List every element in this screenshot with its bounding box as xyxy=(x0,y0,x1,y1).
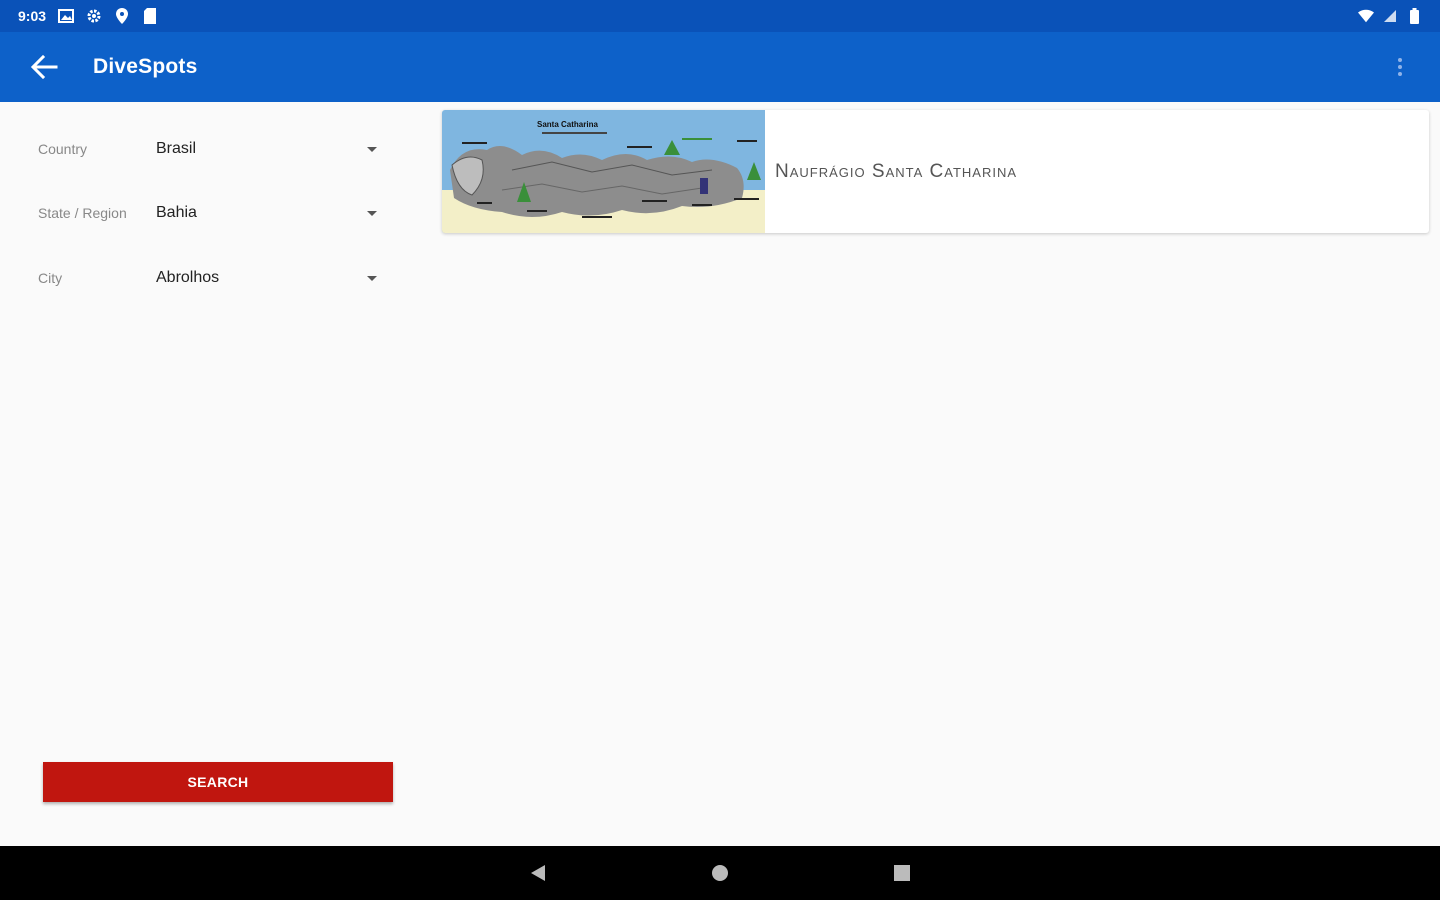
nav-back-button[interactable] xyxy=(508,846,568,900)
nav-recents-button[interactable] xyxy=(872,846,932,900)
city-field: City Abrolhos xyxy=(38,258,383,298)
dropdown-arrow-icon xyxy=(367,146,377,152)
more-vert-icon xyxy=(1398,58,1402,76)
location-icon xyxy=(114,8,130,24)
signal-icon xyxy=(1382,8,1398,24)
status-bar: 9:03 xyxy=(0,0,1440,32)
country-spinner[interactable]: Brasil xyxy=(156,129,383,169)
home-circle-icon xyxy=(712,865,728,881)
app-title: DiveSpots xyxy=(93,55,198,78)
dive-spot-thumbnail: Santa Catharina xyxy=(442,110,765,233)
gear-icon xyxy=(86,8,102,24)
recents-square-icon xyxy=(894,865,910,881)
country-field: Country Brasil xyxy=(38,129,383,169)
image-icon xyxy=(58,8,75,24)
country-value: Brasil xyxy=(156,140,197,157)
city-label: City xyxy=(38,270,63,286)
dropdown-arrow-icon xyxy=(367,275,377,281)
state-region-label: State / Region xyxy=(38,205,127,221)
country-label: Country xyxy=(38,141,88,157)
dropdown-arrow-icon xyxy=(367,210,377,216)
back-button[interactable] xyxy=(28,51,60,83)
wifi-icon xyxy=(1358,8,1374,24)
arrow-left-icon xyxy=(30,55,58,79)
nav-home-button[interactable] xyxy=(690,846,750,900)
dive-spot-title: Naufrágio Santa Catharina xyxy=(775,160,1018,182)
back-triangle-icon xyxy=(531,865,545,881)
city-spinner[interactable]: Abrolhos xyxy=(156,258,383,298)
city-value: Abrolhos xyxy=(156,269,220,286)
thumbnail-caption: Santa Catharina xyxy=(537,120,598,129)
search-button[interactable]: SEARCH xyxy=(43,762,393,802)
status-time: 9:03 xyxy=(18,8,47,24)
filter-panel: Country Brasil State / Region Bahia City… xyxy=(0,102,420,846)
state-region-field: State / Region Bahia xyxy=(38,193,383,233)
sd-card-icon xyxy=(142,8,158,24)
state-region-value: Bahia xyxy=(156,204,197,221)
state-region-spinner[interactable]: Bahia xyxy=(156,193,383,233)
battery-icon xyxy=(1406,8,1422,24)
navigation-bar xyxy=(0,846,1440,900)
dive-spot-card[interactable]: Santa Catharina Naufrágio Santa Catharin… xyxy=(442,110,1429,233)
overflow-menu-button[interactable] xyxy=(1388,51,1412,83)
app-bar: DiveSpots xyxy=(0,32,1440,102)
